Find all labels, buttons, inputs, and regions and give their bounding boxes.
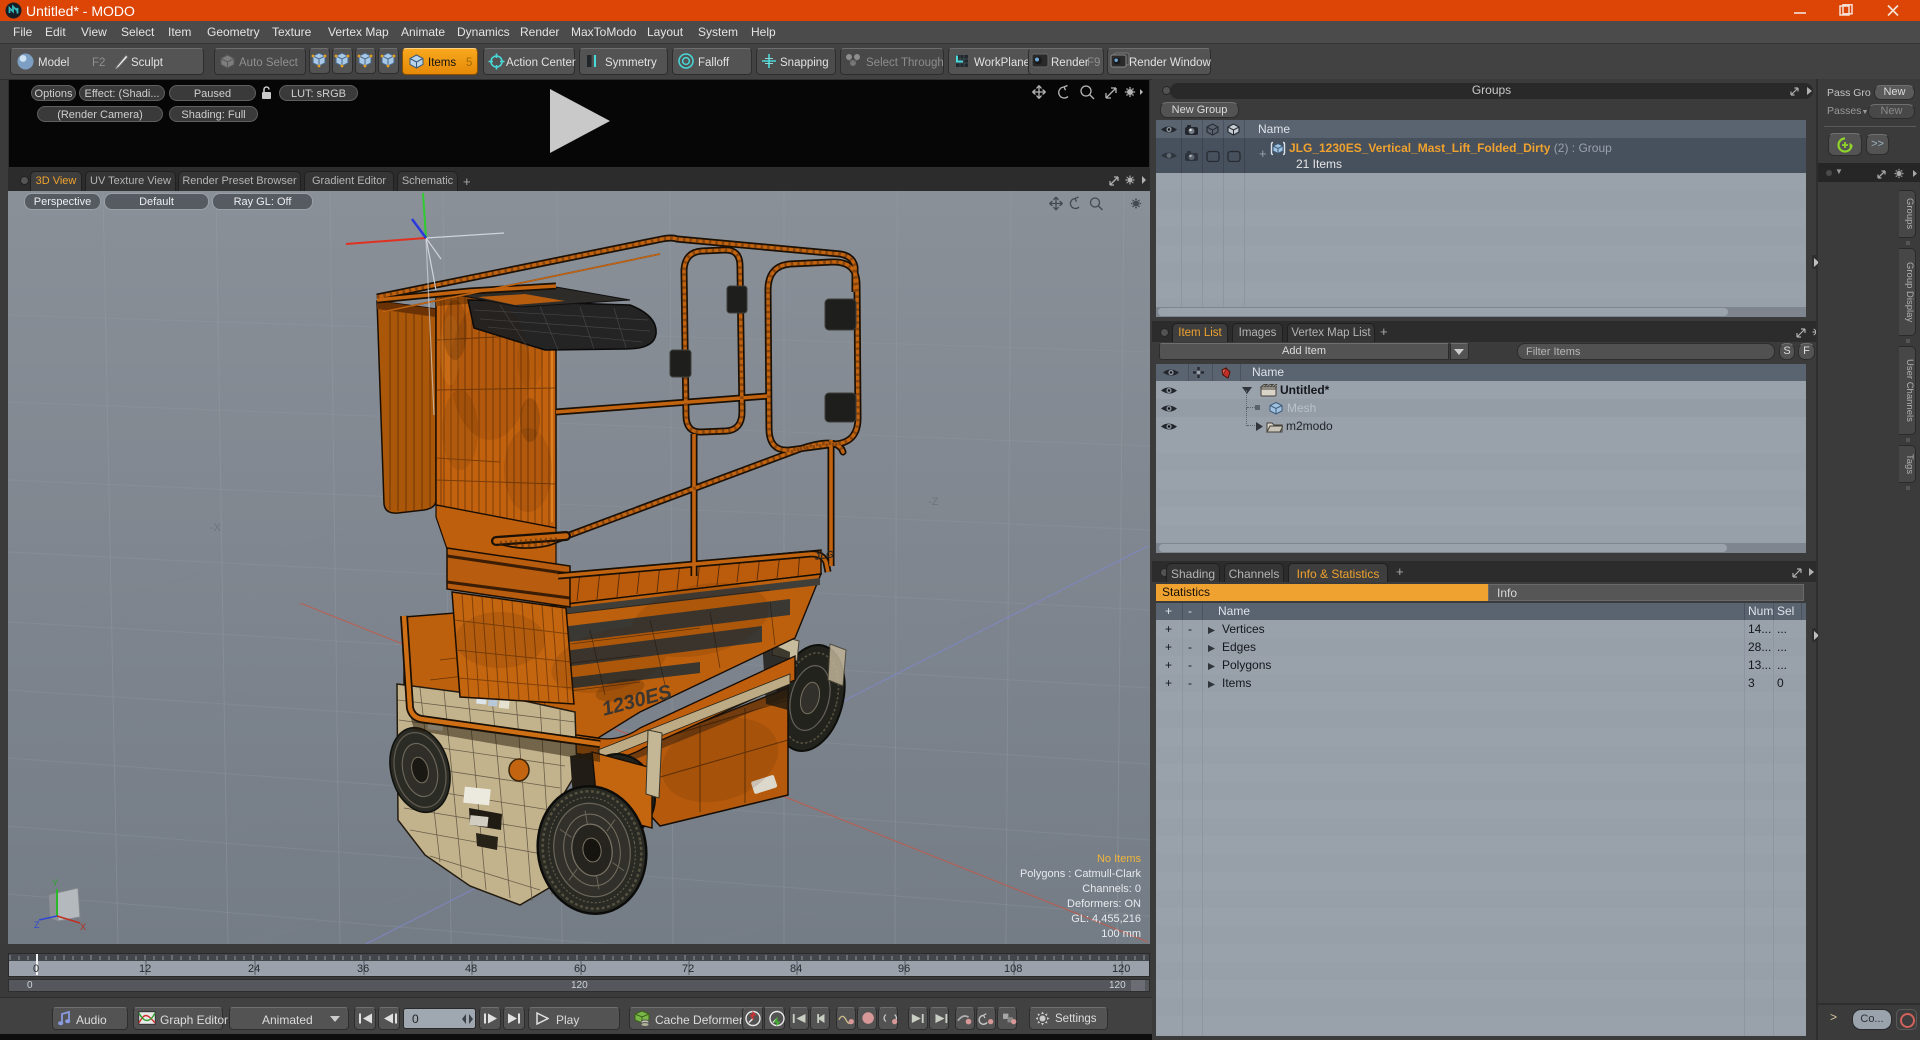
- svg-text:108: 108: [1004, 963, 1022, 975]
- svg-text:120: 120: [1112, 963, 1130, 975]
- svg-text:0: 0: [33, 963, 39, 975]
- svg-text:72: 72: [682, 963, 694, 975]
- svg-text:36: 36: [357, 963, 369, 975]
- svg-text:Y: Y: [52, 878, 58, 888]
- svg-text:24: 24: [248, 963, 260, 975]
- svg-text:X: X: [80, 922, 86, 932]
- svg-text:12: 12: [139, 963, 151, 975]
- svg-text:Z: Z: [34, 920, 40, 930]
- svg-text:60: 60: [574, 963, 586, 975]
- svg-text:-Z: -Z: [928, 496, 939, 508]
- svg-text:48: 48: [465, 963, 477, 975]
- svg-text:84: 84: [790, 963, 802, 975]
- svg-text:96: 96: [898, 963, 910, 975]
- svg-text:-X: -X: [210, 522, 222, 534]
